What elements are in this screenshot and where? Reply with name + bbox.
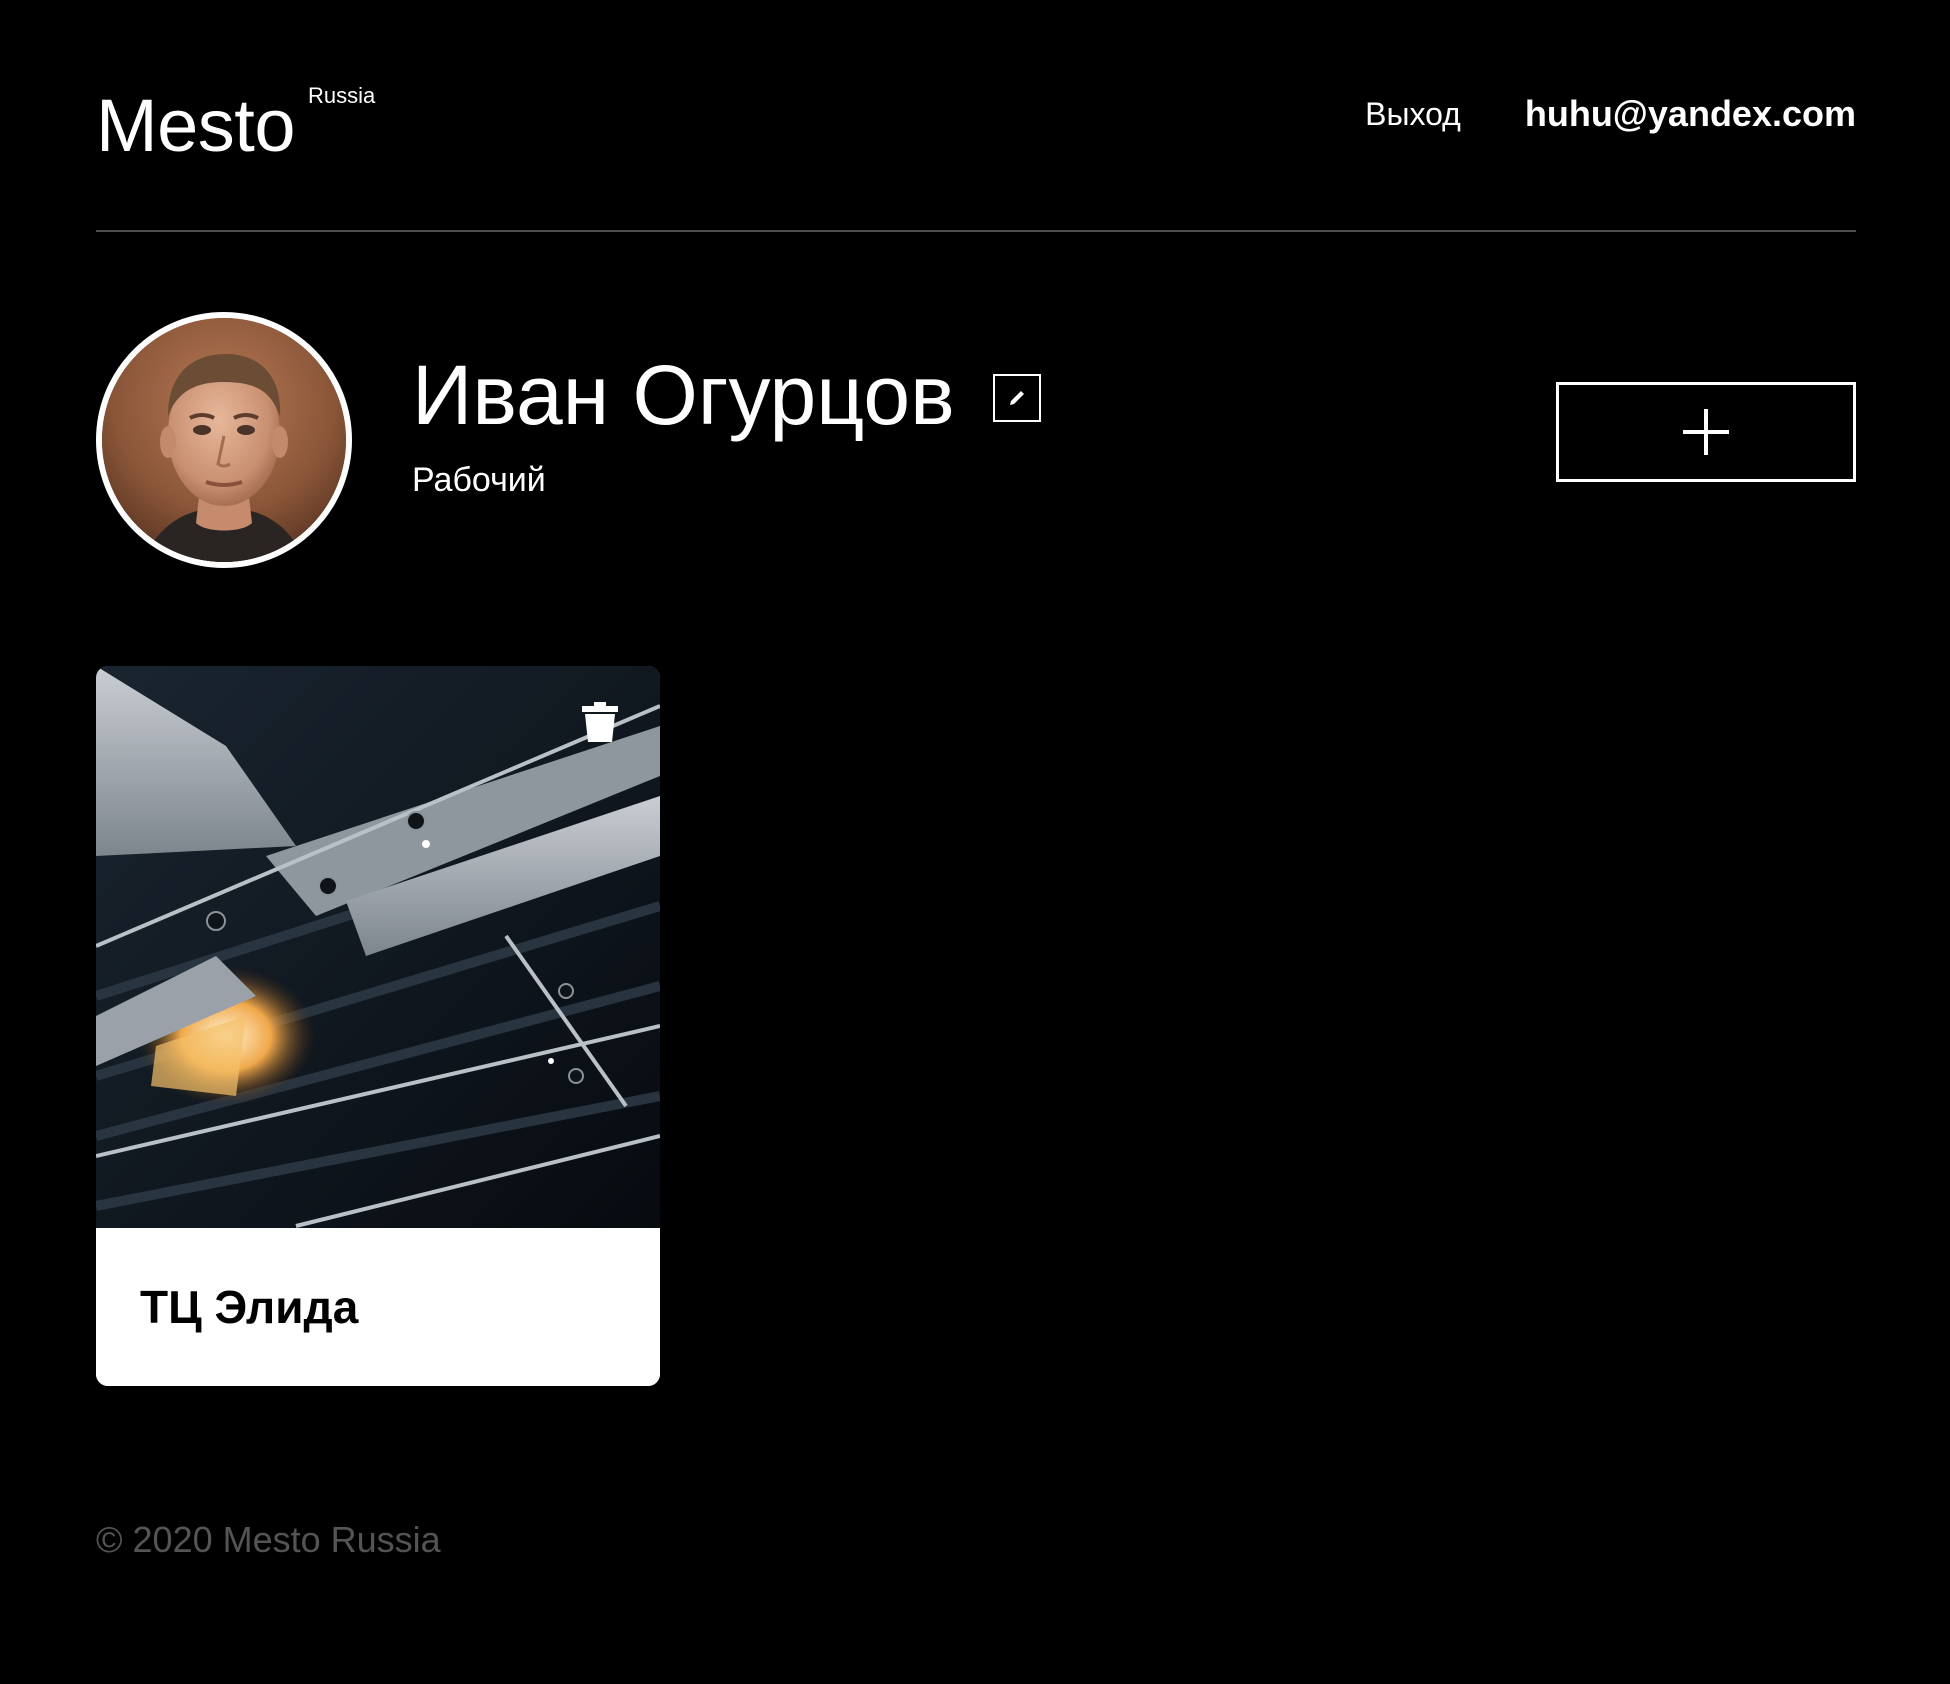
delete-card-button[interactable]: [582, 702, 618, 742]
add-card-button[interactable]: [1556, 382, 1856, 482]
card-photo: [96, 666, 660, 1228]
logo-text: Mesto: [96, 84, 296, 167]
logo-subtitle: Russia: [308, 83, 376, 108]
edit-profile-button[interactable]: [992, 374, 1041, 422]
place-card: ТЦ Элида: [96, 666, 660, 1386]
cards-grid: ТЦ Элида: [96, 666, 660, 1386]
profile-info: Иван Огурцов Рабочий: [412, 350, 1041, 500]
profile-name: Иван Огурцов: [412, 348, 955, 442]
card-caption: ТЦ Элида: [96, 1228, 660, 1386]
plus-icon: [1683, 409, 1729, 455]
card-image[interactable]: [96, 666, 660, 1228]
avatar-portrait: [102, 318, 346, 562]
profile: Иван Огурцов Рабочий: [96, 312, 1856, 570]
logout-link[interactable]: Выход: [1365, 92, 1461, 136]
profile-name-row: Иван Огурцов: [412, 350, 1041, 440]
pencil-icon: [1009, 391, 1024, 405]
copyright: © 2020 Mesto Russia: [96, 1519, 441, 1560]
avatar[interactable]: [96, 312, 352, 568]
page: Mesto Russia Выход huhu@yandex.com Иван …: [0, 0, 1950, 1684]
header-nav: Выход huhu@yandex.com: [1365, 92, 1856, 136]
profile-job: Рабочий: [412, 461, 546, 499]
footer: © 2020 Mesto Russia: [96, 1518, 441, 1562]
header: Mesto Russia Выход huhu@yandex.com: [96, 0, 1856, 232]
user-email: huhu@yandex.com: [1524, 93, 1856, 134]
header-divider: [96, 230, 1856, 232]
trash-icon: [582, 702, 618, 742]
card-title: ТЦ Элида: [140, 1281, 359, 1333]
